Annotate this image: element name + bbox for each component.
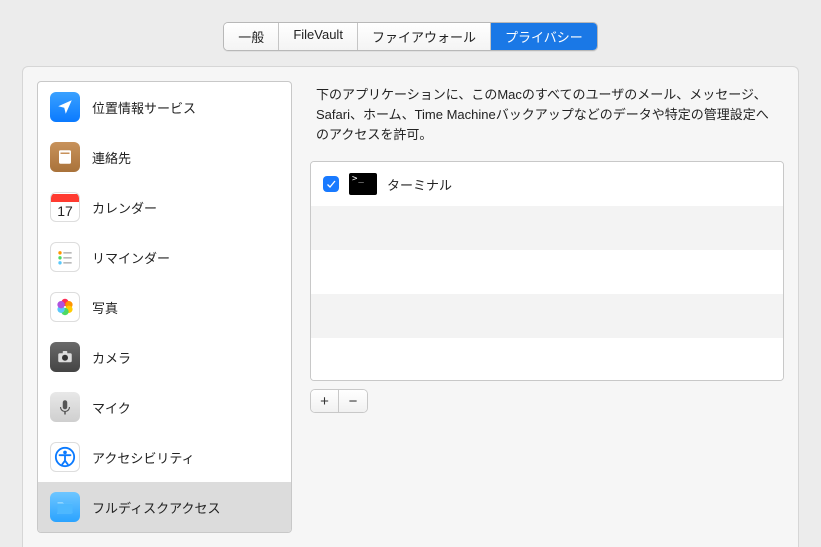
sidebar-item-contacts[interactable]: 連絡先 bbox=[38, 132, 291, 182]
sidebar-item-photos[interactable]: 写真 bbox=[38, 282, 291, 332]
sidebar-label: マイク bbox=[92, 398, 131, 417]
sidebar-item-accessibility[interactable]: アクセシビリティ bbox=[38, 432, 291, 482]
app-row-empty bbox=[311, 206, 783, 250]
app-row-empty bbox=[311, 338, 783, 381]
tab-bar: 一般 FileVault ファイアウォール プライバシー bbox=[0, 0, 821, 51]
tab-group: 一般 FileVault ファイアウォール プライバシー bbox=[223, 22, 597, 51]
sidebar-item-location[interactable]: 位置情報サービス bbox=[38, 82, 291, 132]
description-text: 下のアプリケーションに、このMacのすべてのユーザのメール、メッセージ、Safa… bbox=[310, 83, 784, 161]
app-row-terminal[interactable]: ターミナル bbox=[311, 162, 783, 206]
sidebar-label: カレンダー bbox=[92, 198, 157, 217]
detail-pane: 下のアプリケーションに、このMacのすべてのユーザのメール、メッセージ、Safa… bbox=[310, 81, 784, 533]
tab-firewall[interactable]: ファイアウォール bbox=[358, 23, 491, 50]
terminal-icon bbox=[349, 173, 377, 195]
sidebar-label: フルディスクアクセス bbox=[92, 498, 220, 517]
category-sidebar: 位置情報サービス 連絡先 17 カレンダー リマインダー 写真 bbox=[37, 81, 292, 533]
sidebar-item-full-disk-access[interactable]: フルディスクアクセス bbox=[38, 482, 291, 532]
folder-icon bbox=[50, 492, 80, 522]
microphone-icon bbox=[50, 392, 80, 422]
contacts-icon bbox=[50, 142, 80, 172]
sidebar-item-reminders[interactable]: リマインダー bbox=[38, 232, 291, 282]
sidebar-label: 連絡先 bbox=[92, 148, 131, 167]
location-icon bbox=[50, 92, 80, 122]
app-list: ターミナル bbox=[310, 161, 784, 381]
sidebar-label: 写真 bbox=[92, 298, 118, 317]
sidebar-label: アクセシビリティ bbox=[92, 448, 195, 467]
sidebar-label: カメラ bbox=[92, 348, 131, 367]
tab-general[interactable]: 一般 bbox=[224, 23, 279, 50]
privacy-panel: 位置情報サービス 連絡先 17 カレンダー リマインダー 写真 bbox=[22, 66, 799, 547]
tab-filevault[interactable]: FileVault bbox=[279, 23, 358, 50]
app-label: ターミナル bbox=[387, 175, 452, 194]
remove-button[interactable]: − bbox=[339, 390, 367, 412]
calendar-icon: 17 bbox=[50, 192, 80, 222]
sidebar-label: 位置情報サービス bbox=[92, 98, 196, 117]
sidebar-label: リマインダー bbox=[92, 248, 170, 267]
add-remove-group: + − bbox=[310, 389, 368, 413]
sidebar-item-microphone[interactable]: マイク bbox=[38, 382, 291, 432]
accessibility-icon bbox=[50, 442, 80, 472]
checkbox-terminal[interactable] bbox=[323, 176, 339, 192]
sidebar-item-camera[interactable]: カメラ bbox=[38, 332, 291, 382]
photos-icon bbox=[50, 292, 80, 322]
add-button[interactable]: + bbox=[311, 390, 339, 412]
tab-privacy[interactable]: プライバシー bbox=[491, 23, 597, 50]
camera-icon bbox=[50, 342, 80, 372]
app-row-empty bbox=[311, 250, 783, 294]
reminders-icon bbox=[50, 242, 80, 272]
app-row-empty bbox=[311, 294, 783, 338]
calendar-day: 17 bbox=[57, 202, 73, 220]
sidebar-item-calendar[interactable]: 17 カレンダー bbox=[38, 182, 291, 232]
